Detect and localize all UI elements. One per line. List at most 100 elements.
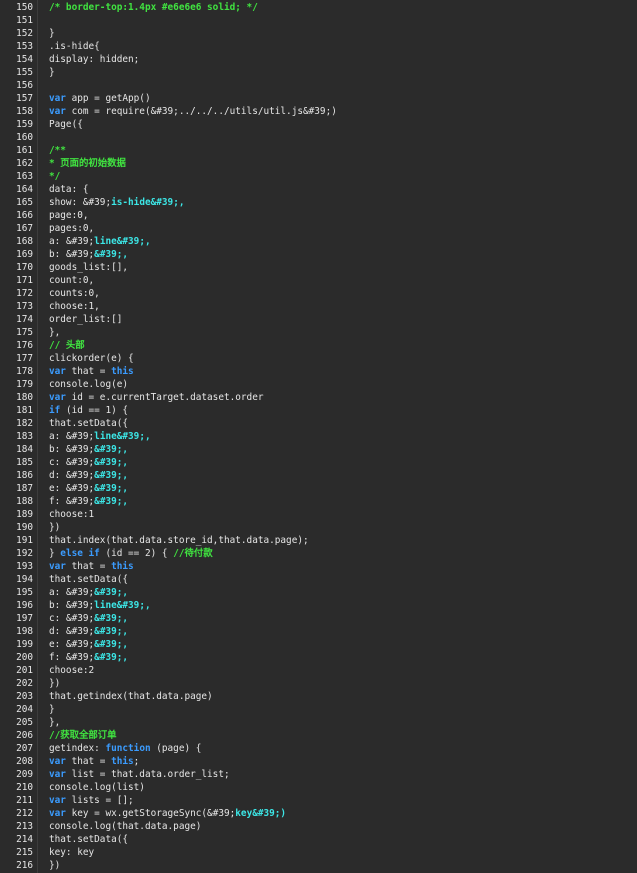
line-text: that.getindex(that.data.page) (49, 690, 213, 703)
line-number: 180 (16, 392, 33, 403)
code-token: page:0, (49, 210, 89, 221)
code-token: console.log(list) (49, 782, 145, 793)
code-line: 196 b: &#39;line&#39;, (0, 599, 637, 612)
code-line: 194 that.setData({ (0, 573, 637, 586)
code-token: e: (49, 639, 66, 650)
code-editor[interactable]: 150 /* border-top:1.4px #e6e6e6 solid; */… (0, 0, 637, 873)
code-token: b: (49, 444, 66, 455)
line-text: f: &#39;&#39;, (49, 495, 128, 508)
line-text: a: &#39;line&#39;, (49, 235, 151, 248)
code-line: 204} (0, 703, 637, 716)
line-text: // 头部 (49, 339, 85, 352)
code-line: 159 Page({ (0, 118, 637, 131)
line-number: 195 (16, 587, 33, 598)
line-text: if (id == 1) { (49, 404, 128, 417)
code-line: 161 /** (0, 144, 637, 157)
code-line: 209 var list = that.data.order_list; (0, 768, 637, 781)
code-token: a: (49, 236, 66, 247)
line-number: 198 (16, 626, 33, 637)
code-token: (id == 2) { (99, 548, 174, 559)
code-line: 160 (0, 131, 637, 144)
code-token: Page({ (49, 119, 83, 130)
code-token: e: (49, 483, 66, 494)
code-line: 180 var id = e.currentTarget.dataset.orde… (0, 391, 637, 404)
line-text: order_list:[] (49, 313, 122, 326)
code-line: 153 .is-hide{ (0, 40, 637, 53)
line-number: 156 (16, 80, 33, 91)
code-token: key: key (49, 847, 95, 858)
line-text: display: hidden; (49, 53, 139, 66)
code-line: 208 var that = this; (0, 755, 637, 768)
line-number: 151 (16, 15, 33, 26)
code-token: &#39; (65, 639, 95, 650)
code-token: var (49, 795, 66, 806)
code-token: ; (133, 756, 140, 767)
code-token: clickorder(e) { (49, 353, 134, 364)
code-token: var (49, 106, 66, 117)
line-number: 181 (16, 405, 33, 416)
line-text: a: &#39;line&#39;, (49, 430, 151, 443)
code-token: this (111, 366, 134, 377)
line-number: 169 (16, 249, 33, 260)
line-text: /** (49, 144, 66, 157)
line-number: 167 (16, 223, 33, 234)
line-text: var list = that.data.order_list; (49, 768, 230, 781)
code-token: &#39; (65, 600, 95, 611)
line-number: 194 (16, 574, 33, 585)
line-number: 215 (16, 847, 33, 858)
code-line: 197 c: &#39;&#39;, (0, 612, 637, 625)
code-token: &#39; (65, 249, 95, 260)
line-number: 214 (16, 834, 33, 845)
line-text: var that = this (49, 560, 134, 573)
code-token: &#39;, (94, 444, 129, 455)
code-line: 166 page:0, (0, 209, 637, 222)
line-text: page:0, (49, 209, 89, 222)
line-number: 196 (16, 600, 33, 611)
code-token: var (49, 93, 66, 104)
code-token: d: (49, 470, 66, 481)
code-line: 213 console.log(that.data.page) (0, 820, 637, 833)
line-text: }, (49, 326, 60, 339)
code-line: 202}) (0, 677, 637, 690)
line-number: 173 (16, 301, 33, 312)
code-line: 154 display: hidden; (0, 53, 637, 66)
code-line: 195 a: &#39;&#39;, (0, 586, 637, 599)
code-line: 182 that.setData({ (0, 417, 637, 430)
line-number: 188 (16, 496, 33, 507)
code-token: this (111, 756, 134, 767)
line-text: choose:1, (49, 300, 100, 313)
code-line: 188 f: &#39;&#39;, (0, 495, 637, 508)
code-token: console.log(e) (49, 379, 129, 390)
code-token: } (49, 28, 55, 39)
line-number: 154 (16, 54, 33, 65)
line-text: that.setData({ (49, 833, 128, 846)
code-token: (id == 1) { (60, 405, 129, 416)
code-token: }) (49, 522, 61, 533)
line-number: 152 (16, 28, 33, 39)
line-text: } (49, 703, 55, 716)
line-text: var app = getApp() (49, 92, 151, 105)
line-text: var key = wx.getStorageSync(&#39;key&#39… (49, 807, 286, 820)
code-line: 184 b: &#39;&#39;, (0, 443, 637, 456)
line-text: }) (49, 521, 60, 534)
code-line: 201 choose:2 (0, 664, 637, 677)
line-text: counts:0, (49, 287, 100, 300)
code-token: }, (49, 717, 61, 728)
line-text: choose:2 (49, 664, 94, 677)
code-token: } (49, 67, 55, 78)
line-number: 212 (16, 808, 33, 819)
line-text: var id = e.currentTarget.dataset.order (49, 391, 264, 404)
code-token: a: (49, 431, 66, 442)
code-token: //获取全部订单 (49, 730, 117, 741)
line-number: 186 (16, 470, 33, 481)
line-number: 210 (16, 782, 33, 793)
code-token: choose:1 (49, 509, 95, 520)
code-token: b: (49, 249, 66, 260)
code-line: 157 var app = getApp() (0, 92, 637, 105)
code-token: f: (49, 652, 66, 663)
line-text: that.index(that.data.store_id,that.data.… (49, 534, 309, 547)
code-token: /* border-top:1.4px #e6e6e6 solid; */ (49, 2, 258, 13)
code-token: console.log(that.data.page) (49, 821, 202, 832)
code-token: &#39;, (94, 652, 129, 663)
code-token: that = (65, 561, 112, 572)
